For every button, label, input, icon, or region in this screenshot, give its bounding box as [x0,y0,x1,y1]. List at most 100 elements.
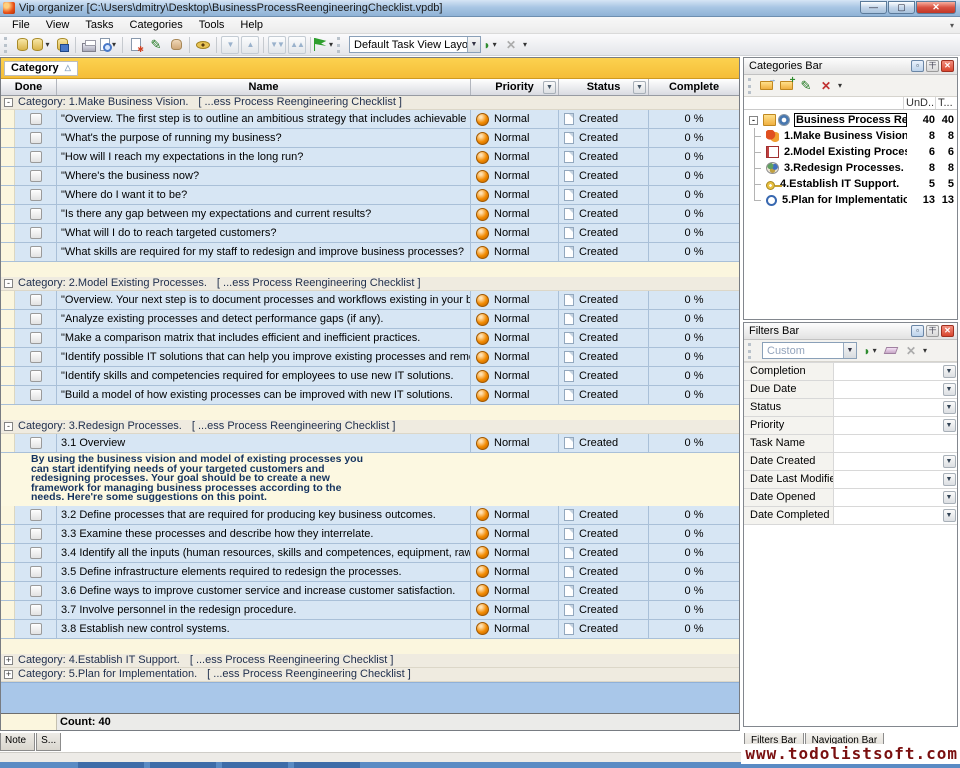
category-group-header[interactable]: + Category: 5.Plan for Implementation. [… [1,668,739,682]
new-category-button[interactable] [756,77,776,95]
maximize-button[interactable]: ▢ [888,1,915,14]
filter-dropdown[interactable]: ▼ [941,489,957,506]
column-total[interactable]: T... [935,97,957,109]
task-row[interactable]: 3.1 Overview Normal Created 0 % [1,434,739,453]
menu-categories[interactable]: Categories [122,18,191,32]
add-subcategory-button[interactable] [776,77,796,95]
filter-value-cell[interactable] [834,489,941,506]
expand-collapse-icon[interactable]: - [749,116,758,125]
task-name[interactable]: "Overview. The first step is to outline … [57,110,471,128]
task-row[interactable]: 3.3 Examine these processes and describe… [1,525,739,544]
move-top-button[interactable]: ▲▲ [287,35,307,55]
column-header-done[interactable]: Done [1,79,57,95]
done-checkbox[interactable] [30,227,42,239]
panel-close-button[interactable]: ✕ [941,60,954,72]
categories-toolbar-overflow-icon[interactable]: ▾ [836,81,844,90]
done-checkbox[interactable] [30,313,42,325]
print-preview-button[interactable]: ▾ [99,35,119,55]
expand-collapse-icon[interactable]: - [4,279,13,288]
status-cell[interactable]: Created [559,129,649,147]
category-group-header[interactable]: - Category: 1.Make Business Vision. [ ..… [1,96,739,110]
open-dropdown-icon[interactable]: ▾ [43,40,51,49]
tab-s[interactable]: S... [36,733,61,751]
task-name[interactable]: "Build a model of how existing processes… [57,386,471,404]
status-cell[interactable]: Created [559,224,649,242]
status-filter-dropdown-icon[interactable]: ▼ [633,81,646,94]
priority-cell[interactable]: Normal [471,367,559,385]
filter-value-cell[interactable] [834,435,957,452]
filter-dropdown[interactable]: ▼ [941,381,957,398]
delete-task-button[interactable] [166,35,186,55]
done-checkbox[interactable] [30,246,42,258]
filter-value-cell[interactable] [834,471,941,488]
menu-view[interactable]: View [38,18,78,32]
filter-dropdown[interactable]: ▼ [941,471,957,488]
combo-dropdown-icon[interactable]: ▼ [843,343,856,358]
status-cell[interactable]: Created [559,291,649,309]
status-cell[interactable]: Created [559,205,649,223]
priority-cell[interactable]: Normal [471,620,559,638]
status-cell[interactable]: Created [559,367,649,385]
category-tree-item[interactable]: 3.Redesign Processes. 8 8 [744,160,957,176]
done-checkbox[interactable] [30,547,42,559]
priority-cell[interactable]: Normal [471,110,559,128]
panel-float-button[interactable]: ▫ [911,325,924,337]
task-name[interactable]: "What's the purpose of running my busine… [57,129,471,147]
filter-preset-combo[interactable]: Custom ▼ [762,342,857,359]
filter-dropdown[interactable]: ▼ [941,417,957,434]
expand-collapse-icon[interactable]: + [4,670,13,679]
task-row[interactable]: "Where do I want it to be? Normal Create… [1,186,739,205]
done-checkbox[interactable] [30,113,42,125]
priority-cell[interactable]: Normal [471,186,559,204]
filter-value-cell[interactable] [834,399,941,416]
panel-close-button[interactable]: ✕ [941,325,954,337]
task-name[interactable]: "What will I do to reach targeted custom… [57,224,471,242]
task-name[interactable]: "Where do I want it to be? [57,186,471,204]
open-database-button[interactable]: ▾ [32,35,52,55]
filter-value-cell[interactable] [834,417,941,434]
priority-cell[interactable]: Normal [471,148,559,166]
task-name[interactable]: "Identify skills and competencies requir… [57,367,471,385]
done-checkbox[interactable] [30,566,42,578]
status-cell[interactable]: Created [559,434,649,452]
done-checkbox[interactable] [30,151,42,163]
filter-value-cell[interactable] [834,453,941,470]
status-cell[interactable]: Created [559,582,649,600]
delete-layout-button[interactable]: ✕ [501,35,521,55]
task-row[interactable]: "Identify skills and competencies requir… [1,367,739,386]
toolbar-overflow-icon[interactable]: ▾ [521,40,529,49]
filter-value-cell[interactable] [834,363,941,380]
done-checkbox[interactable] [30,604,42,616]
filter-value-cell[interactable] [834,381,941,398]
task-name[interactable]: "Analyze existing processes and detect p… [57,310,471,328]
done-checkbox[interactable] [30,528,42,540]
done-checkbox[interactable] [30,132,42,144]
done-checkbox[interactable] [30,189,42,201]
task-name[interactable]: 3.6 Define ways to improve customer serv… [57,582,471,600]
task-name[interactable]: 3.8 Establish new control systems. [57,620,471,638]
priority-cell[interactable]: Normal [471,129,559,147]
status-cell[interactable]: Created [559,110,649,128]
column-header-priority[interactable]: Priority▼ [471,79,559,95]
task-row[interactable]: "What skills are required for my staff t… [1,243,739,262]
priority-cell[interactable]: Normal [471,291,559,309]
status-cell[interactable]: Created [559,310,649,328]
group-by-category-button[interactable]: Category △ [4,61,78,76]
priority-cell[interactable]: Normal [471,329,559,347]
task-row[interactable]: "Is there any gap between my expectation… [1,205,739,224]
category-group-header[interactable]: - Category: 3.Redesign Processes. [ ...e… [1,420,739,434]
task-name[interactable]: "Overview. Your next step is to document… [57,291,471,309]
panel-pin-button[interactable]: 干 [926,325,939,337]
status-cell[interactable]: Created [559,329,649,347]
priority-cell[interactable]: Normal [471,167,559,185]
priority-cell[interactable]: Normal [471,434,559,452]
expand-collapse-icon[interactable]: - [4,98,13,107]
status-cell[interactable]: Created [559,186,649,204]
clear-filter-button[interactable] [881,342,901,360]
task-name[interactable]: 3.7 Involve personnel in the redesign pr… [57,601,471,619]
done-checkbox[interactable] [30,332,42,344]
done-checkbox[interactable] [30,351,42,363]
task-name[interactable]: 3.1 Overview [57,434,471,452]
task-row[interactable]: "How will I reach my expectations in the… [1,148,739,167]
priority-cell[interactable]: Normal [471,601,559,619]
